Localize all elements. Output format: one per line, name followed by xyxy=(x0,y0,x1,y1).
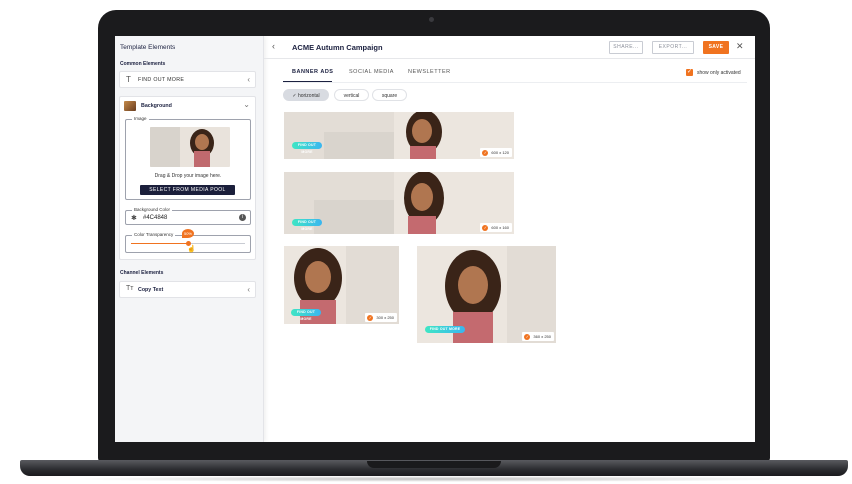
image-fieldset: Image Drag & Drop your image here. SELEC… xyxy=(125,116,251,200)
banner-preview-600x120[interactable]: FIND OUT MORE ✓ 600 x 120 xyxy=(284,112,514,159)
size-badge: ✓ 360 x 250 xyxy=(522,332,554,341)
laptop-notch xyxy=(367,461,501,468)
active-tab-indicator xyxy=(283,81,332,82)
color-transparency-field: Color Transparency 50% ☝ xyxy=(125,229,251,253)
find-out-more-cta: FIND OUT MORE xyxy=(291,309,321,321)
chevron-down-icon[interactable]: ⌄ xyxy=(243,100,250,109)
size-badge: ✓ 300 x 250 xyxy=(365,313,397,322)
size-badge: ✓ 600 x 120 xyxy=(480,148,512,157)
banner-preview-300x250[interactable]: FIND OUT MORE ✓ 300 x 250 xyxy=(284,246,399,324)
chip-label: horizontal xyxy=(297,93,320,99)
background-thumbnail xyxy=(124,101,136,111)
background-image-preview[interactable] xyxy=(150,127,230,167)
page-title: ACME Autumn Campaign xyxy=(292,43,383,52)
banner-preview-360x250[interactable]: FIND OUT MORE ✓ 360 x 250 xyxy=(417,246,556,343)
channel-elements-heading: Channel Elements xyxy=(120,270,164,276)
tabs-divider xyxy=(283,82,747,83)
sidebar-item-label: FIND OUT MORE xyxy=(138,77,185,83)
campaign-header: ‹ ACME Autumn Campaign SHARE... EXPORT..… xyxy=(264,36,755,59)
sidebar-title: Template Elements xyxy=(120,44,176,51)
transparency-value-bubble: 50% xyxy=(182,229,194,238)
chip-horizontal[interactable]: ✓ horizontal xyxy=(283,89,329,101)
check-icon: ✓ xyxy=(482,224,489,231)
background-panel: Background ⌄ Image Drag & Drop your imag… xyxy=(119,96,256,260)
camera xyxy=(429,17,434,22)
chip-vertical[interactable]: vertical xyxy=(334,89,369,101)
show-only-activated-checkbox[interactable]: ✓ xyxy=(686,69,693,76)
tab-newsletter[interactable]: NEWSLETTER xyxy=(408,69,451,75)
size-badge: ✓ 600 x 160 xyxy=(480,223,512,232)
size-label: 360 x 250 xyxy=(533,334,551,339)
chip-square[interactable]: square xyxy=(372,89,407,101)
show-only-activated-label: show only activated xyxy=(697,70,741,76)
app-screen: Template Elements Common Elements T FIND… xyxy=(115,36,755,442)
close-icon[interactable]: ✕ xyxy=(736,41,744,52)
transparency-slider-fill xyxy=(131,243,188,244)
laptop-shadow xyxy=(60,476,808,482)
background-color-legend: Background Color xyxy=(132,207,173,212)
text-format-icon: Tт xyxy=(126,285,134,292)
background-label: Background xyxy=(141,103,172,109)
text-icon: T xyxy=(126,75,131,84)
drag-drop-hint: Drag & Drop your image here. xyxy=(154,173,222,179)
find-out-more-cta: FIND OUT MORE xyxy=(292,142,322,154)
image-legend: Image xyxy=(132,116,149,121)
check-icon: ✓ xyxy=(482,149,489,156)
tab-banner-ads[interactable]: BANNER ADS xyxy=(292,69,333,75)
size-label: 600 x 160 xyxy=(491,225,509,230)
sidebar-item-label: Copy Text xyxy=(138,287,164,293)
background-color-field[interactable]: Background Color ✱ #4C4848 i xyxy=(125,207,251,225)
chevron-left-icon[interactable]: ‹ xyxy=(247,285,250,294)
save-button[interactable]: SAVE xyxy=(703,41,729,54)
info-icon[interactable]: i xyxy=(239,214,246,221)
chevron-left-icon[interactable]: ‹ xyxy=(247,75,250,84)
back-arrow-icon[interactable]: ‹ xyxy=(272,41,275,51)
find-out-more-cta: FIND OUT MORE xyxy=(292,219,322,231)
export-button[interactable]: EXPORT... xyxy=(652,41,694,54)
template-elements-sidebar: Template Elements Common Elements T FIND… xyxy=(115,36,264,442)
color-transparency-legend: Color Transparency xyxy=(132,232,176,237)
size-label: 600 x 120 xyxy=(491,150,509,155)
tab-social-media[interactable]: SOCIAL MEDIA xyxy=(349,69,394,75)
find-out-more-cta: FIND OUT MORE xyxy=(425,326,465,333)
size-label: 300 x 250 xyxy=(376,315,394,320)
share-button[interactable]: SHARE... xyxy=(609,41,643,54)
check-icon: ✓ xyxy=(524,333,531,340)
sidebar-item-copy-text[interactable]: Tт Copy Text ‹ xyxy=(119,281,256,298)
select-media-pool-button[interactable]: SELECT FROM MEDIA POOL xyxy=(140,185,235,195)
mouse-cursor-icon: ☝ xyxy=(187,246,196,253)
banner-preview-600x160[interactable]: FIND OUT MORE ✓ 600 x 160 xyxy=(284,172,514,234)
background-color-value: #4C4848 xyxy=(143,215,168,221)
sidebar-item-find-out-more[interactable]: T FIND OUT MORE ‹ xyxy=(119,71,256,88)
check-icon: ✓ xyxy=(367,314,374,321)
palette-icon: ✱ xyxy=(131,215,137,222)
common-elements-heading: Common Elements xyxy=(120,61,166,67)
